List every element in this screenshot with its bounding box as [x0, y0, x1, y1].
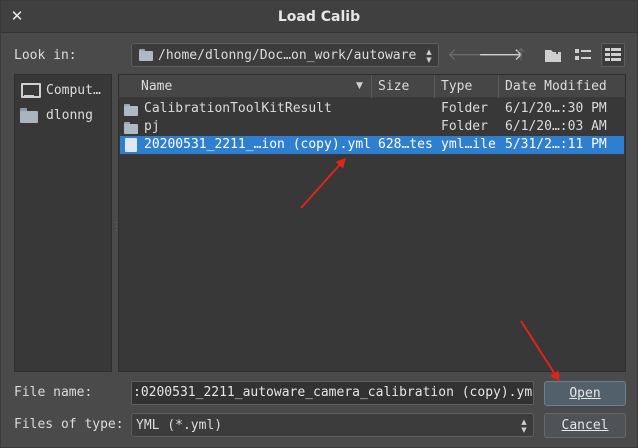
sort-down-icon: ▼ [356, 81, 363, 91]
column-date[interactable]: Date Modified [499, 75, 611, 98]
combo-arrows-icon: ▲ ▼ [426, 48, 432, 64]
column-type[interactable]: Type [435, 75, 499, 98]
forward-arrow-icon[interactable]: 🡒 [478, 43, 524, 67]
cancel-button[interactable]: Cancel [544, 413, 626, 438]
folder-icon [139, 49, 153, 61]
table-row[interactable]: pj Folder 6/1/20…:03 AM [120, 118, 624, 136]
sidebar-item-computer[interactable]: Comput… [20, 80, 110, 100]
title-bar: ✕ Load Calib [1, 1, 637, 33]
list-view-icon[interactable] [571, 43, 595, 67]
folder-icon [124, 121, 138, 134]
splitter-handle[interactable]: · · · [114, 219, 119, 235]
look-in-label: Look in: [14, 48, 77, 63]
file-name: 20200531_2211_…ion (copy).yml [144, 137, 371, 152]
file-icon [125, 137, 137, 152]
file-name-input[interactable]: :0200531_2211_autoware_camera_calibratio… [131, 381, 534, 405]
files-of-type-value: YML (*.yml) [136, 418, 223, 433]
file-type: yml…ile [441, 137, 496, 152]
column-header: Name ▼ Size Type Date Modified [119, 75, 625, 98]
sidebar-item-label: Comput… [46, 82, 101, 98]
file-date: 5/31/2…:11 PM [505, 137, 607, 152]
places-sidebar: Comput… dlonng [14, 74, 112, 372]
table-row-selected[interactable]: 20200531_2211_…ion (copy).yml 628…tes ym… [120, 136, 624, 154]
cancel-button-label: Cancel [561, 418, 609, 433]
file-type: Folder [441, 119, 488, 134]
column-size[interactable]: Size [372, 75, 435, 98]
sidebar-item-dlonng[interactable]: dlonng [20, 105, 110, 125]
file-size: 628…tes [378, 137, 433, 152]
back-arrow-icon[interactable]: 🡐 [447, 43, 493, 67]
look-in-combo[interactable]: /home/dlonng/Doc…on_work/autoware ▲ ▼ [131, 43, 439, 67]
folder-icon [124, 103, 138, 116]
open-button-label: Open [569, 386, 601, 401]
monitor-icon [20, 82, 41, 98]
files-of-type-label: Files of type: [14, 417, 124, 432]
parent-dir-icon[interactable]: 🡑 [509, 43, 533, 67]
load-calib-dialog: ✕ Load Calib Look in: /home/dlonng/Doc…o… [0, 0, 638, 448]
open-button[interactable]: Open [544, 381, 626, 406]
file-type: Folder [441, 101, 488, 116]
detail-view-icon[interactable] [601, 43, 625, 67]
combo-arrows-icon: ▲ ▼ [521, 418, 527, 434]
file-date: 6/1/20…:03 AM [505, 119, 607, 134]
file-name: pj [144, 119, 160, 134]
look-in-path: /home/dlonng/Doc…on_work/autoware [158, 48, 417, 63]
file-list[interactable]: Name ▼ Size Type Date Modified Calibrati… [118, 74, 626, 372]
folder-icon [20, 107, 38, 123]
file-name-label: File name: [14, 385, 93, 400]
new-folder-icon[interactable] [541, 43, 565, 67]
sidebar-item-label: dlonng [46, 107, 93, 123]
file-date: 6/1/20…:30 PM [505, 101, 607, 116]
table-row[interactable]: CalibrationToolKitResult Folder 6/1/20…:… [120, 100, 624, 118]
file-name: CalibrationToolKitResult [144, 101, 332, 116]
column-name[interactable]: Name [135, 75, 372, 98]
files-of-type-combo[interactable]: YML (*.yml) ▲ ▼ [131, 413, 534, 437]
window-title: Load Calib [277, 9, 361, 25]
